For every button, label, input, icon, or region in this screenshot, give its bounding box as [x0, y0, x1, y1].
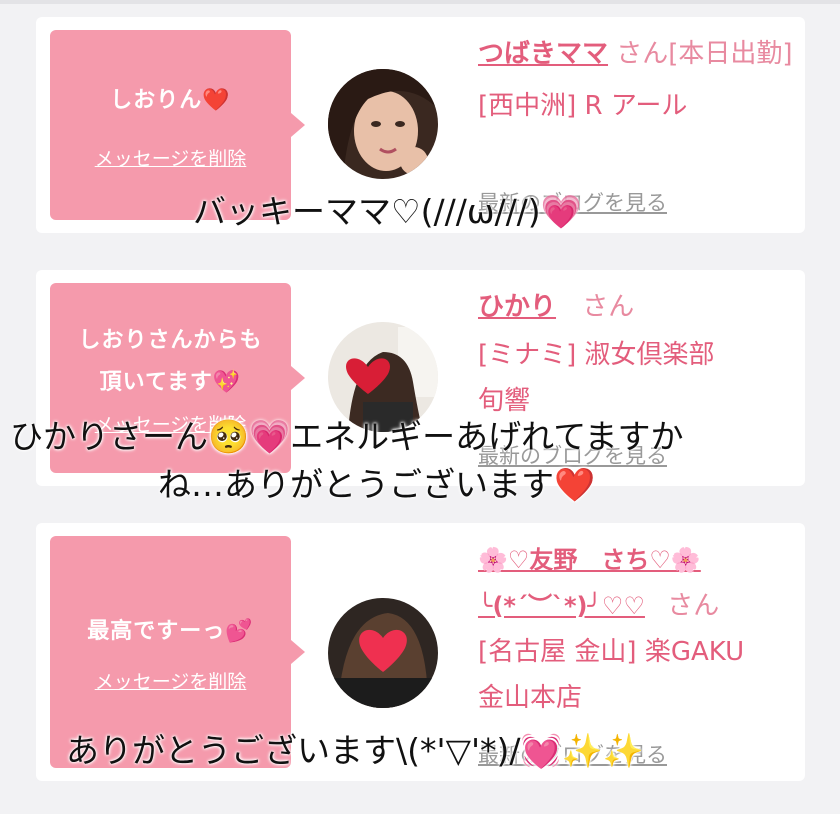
profile-info: 🌸♡友野 さち♡🌸 ╰(*´︶`*)╯♡♡ さん [名古屋 金山] 楽GAKU …: [478, 537, 798, 721]
caption-overlay: バッキーママ♡(///ω///)💗: [193, 192, 582, 231]
caption-overlay: ね…ありがとうございます❤️: [158, 465, 596, 504]
message-text: 最高ですーっ💕: [87, 618, 254, 644]
honorific-label: さん: [667, 591, 720, 621]
avatar[interactable]: [328, 598, 438, 708]
message-text: しおりさんからも 頂いてます💖: [78, 327, 263, 395]
cast-name-link[interactable]: ひかり: [478, 292, 556, 322]
honorific-label: さん: [582, 292, 635, 322]
cast-name-link[interactable]: つばきママ: [478, 39, 608, 69]
caption-overlay: ありがとうございます\(*'▽'*)/💓✨✨: [66, 731, 644, 770]
message-text: しおりん❤️: [110, 87, 231, 113]
delete-message-link[interactable]: メッセージを削除: [95, 144, 247, 171]
caption-overlay: ひかりさーん🥺💗エネルギーあげれてますか: [10, 417, 684, 456]
delete-message-link[interactable]: メッセージを削除: [95, 667, 247, 694]
honorific-label: さん[本日出勤]: [616, 39, 793, 69]
avatar[interactable]: [328, 69, 438, 179]
profile-info: つばきママ さん[本日出勤] [西中洲] R アール: [478, 31, 798, 129]
shop-label: [名古屋 金山] 楽GAKU 金山本店: [478, 637, 745, 713]
shop-label: [西中洲] R アール: [478, 91, 688, 121]
profile-info: ひかり さん [ミナミ] 淑女倶楽部 旬響: [478, 284, 798, 424]
top-divider: [0, 0, 840, 4]
